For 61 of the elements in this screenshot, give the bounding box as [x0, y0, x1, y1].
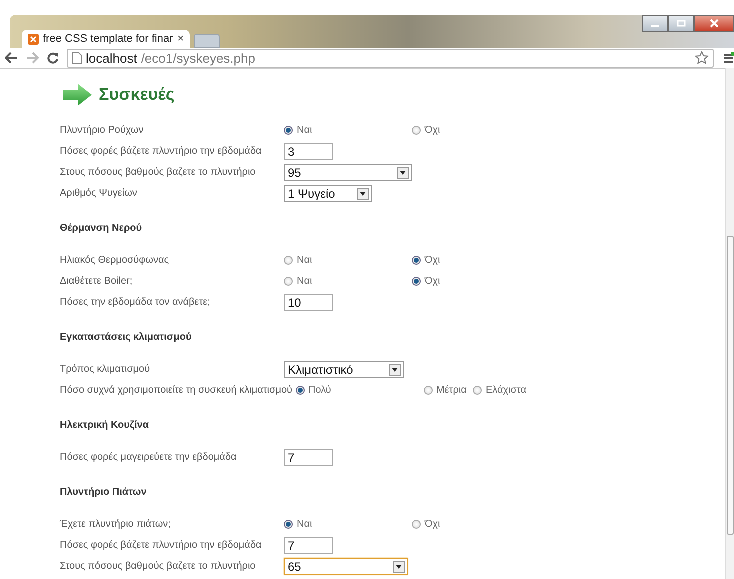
radio-option[interactable]: Ελάχιστα	[472, 385, 526, 396]
menu-icon[interactable]	[724, 52, 734, 64]
input-field[interactable]: 3	[284, 143, 333, 160]
field-label: Τρόπος κλιματισμού	[60, 364, 152, 375]
browser-tab[interactable]: free CSS template for finar ×	[22, 30, 190, 48]
page-heading: Συσκευές	[99, 85, 175, 105]
section-heading: Εγκαταστάσεις κλιματισμού	[60, 332, 193, 343]
dropdown-field[interactable]: 95	[284, 164, 412, 181]
field-label: Ηλιακός Θερμοσύφωνας	[60, 255, 170, 266]
field-label: Διαθέτετε Boiler;	[60, 276, 134, 287]
back-icon[interactable]	[5, 52, 18, 64]
radio-option[interactable]: Όχι	[412, 255, 440, 266]
caret-icon	[360, 192, 366, 196]
close-icon	[710, 19, 718, 28]
section-heading: Πλυντήριο Πιάτων	[60, 487, 148, 498]
field-label: Πλυντήριο Ρούχων	[60, 125, 145, 136]
input-field[interactable]: 7	[284, 449, 333, 466]
radio-option[interactable]: Ναι	[284, 276, 312, 287]
field-label: Πόσο συχνά χρησιμοποιείτε τη συσκευή κλιματισμού	[60, 385, 294, 396]
section-heading: Θέρμανση Νερού	[60, 223, 144, 234]
input-field[interactable]: 7	[284, 537, 333, 554]
url-path: /eco1/syskeyes.php	[141, 50, 256, 66]
maximize-icon	[676, 20, 686, 27]
maximize-button[interactable]	[668, 15, 694, 32]
url-host: localhost	[86, 50, 138, 66]
caret-icon	[392, 368, 398, 372]
arrow-icon	[63, 84, 92, 106]
radio-option[interactable]: Ναι	[284, 519, 312, 530]
field-label: Πόσες φορές βάζετε πλυντήριο την εβδομάδα	[60, 146, 263, 157]
radio-option[interactable]: Όχι	[412, 125, 440, 136]
dropdown-field[interactable]: Κλιματιστικό	[284, 361, 404, 378]
radio-option[interactable]: Όχι	[412, 276, 440, 287]
tab-title: free CSS template for finar	[43, 33, 174, 45]
tab-close-button[interactable]: ×	[178, 33, 184, 45]
radio-option[interactable]: Ναι	[284, 255, 312, 266]
favicon-icon	[28, 34, 39, 44]
radio-option[interactable]: Πολύ	[296, 385, 332, 396]
field-label: Αριθμός Ψυγείων	[60, 188, 138, 199]
star-icon[interactable]	[695, 51, 709, 65]
reload-icon[interactable]	[47, 52, 59, 64]
field-label: Πόσες την εβδομάδα τον ανάβετε;	[60, 297, 212, 308]
dropdown-field[interactable]: 65	[284, 558, 408, 575]
close-button[interactable]	[694, 15, 734, 32]
minimize-button[interactable]	[642, 15, 668, 32]
scrollbar-thumb[interactable]	[727, 236, 734, 535]
field-label: Πόσες φορές μαγειρεύετε την εβδομάδα	[60, 452, 238, 463]
field-label: Έχετε πλυντήριο πιάτων;	[60, 519, 172, 530]
input-field[interactable]: 10	[284, 294, 333, 311]
caret-icon	[400, 170, 406, 174]
radio-option[interactable]: Μέτρια	[424, 385, 467, 396]
field-label: Στους πόσους βαθμούς βαζετε το πλυντήριο	[60, 561, 257, 572]
radio-option[interactable]: Ναι	[284, 125, 312, 136]
field-label: Πόσες φορές βάζετε πλυντήριο την εβδομάδα	[60, 540, 263, 551]
address-bar[interactable]: localhost /eco1/syskeyes.php	[67, 48, 714, 68]
scrollbar[interactable]	[725, 68, 734, 579]
caret-icon	[396, 564, 402, 568]
dropdown-field[interactable]: 1 Ψυγείο	[284, 185, 372, 202]
field-label: Στους πόσους βαθμούς βαζετε το πλυντήριο	[60, 167, 257, 178]
page-icon	[72, 52, 82, 64]
section-heading: Ηλεκτρική Κουζίνα	[60, 420, 150, 431]
radio-option[interactable]: Όχι	[412, 519, 440, 530]
